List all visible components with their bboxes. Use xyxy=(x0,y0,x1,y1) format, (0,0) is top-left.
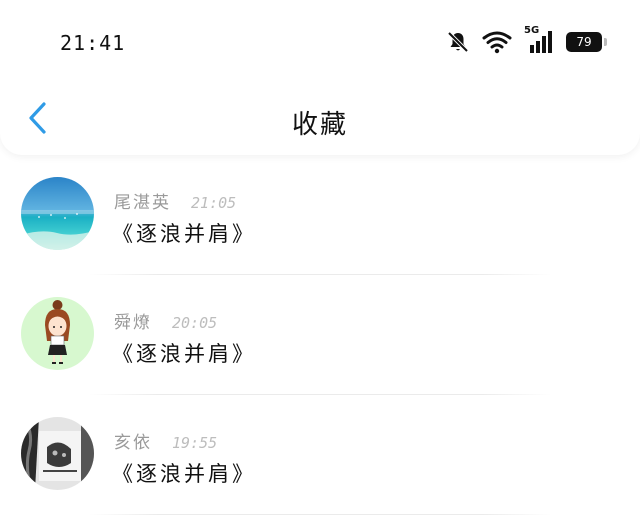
author-name: 尾湛英 xyxy=(114,193,171,213)
wifi-icon xyxy=(482,30,512,54)
item-title[interactable]: 《逐浪并肩》 xyxy=(112,218,256,248)
network-type-label: 5G xyxy=(524,25,540,36)
status-time: 21:41 xyxy=(60,31,126,55)
page-title: 收藏 xyxy=(291,110,348,140)
status-icons: 5G 79 xyxy=(446,25,607,55)
bell-muted-icon xyxy=(446,30,470,54)
list-item[interactable]: 尾湛英 21:05 《逐浪并肩》 xyxy=(0,155,640,275)
top-header-card: 21:41 5G 79 收藏 xyxy=(0,0,640,155)
timestamp: 21:05 xyxy=(191,194,237,212)
cartoon-girl-avatar[interactable] xyxy=(21,297,94,370)
ocean-avatar[interactable] xyxy=(21,177,94,250)
author-name: 亥依 xyxy=(114,433,152,453)
list-item[interactable]: 亥依 19:55 《逐浪并肩》 xyxy=(0,395,640,515)
favorites-list: 尾湛英 21:05 《逐浪并肩》 舜燎 20:05 《逐浪并肩》 亥依 19:5… xyxy=(0,155,640,515)
divider xyxy=(88,514,552,515)
timestamp: 20:05 xyxy=(172,314,218,332)
item-title[interactable]: 《逐浪并肩》 xyxy=(112,338,256,368)
item-meta: 尾湛英 21:05 xyxy=(114,188,236,213)
item-meta: 亥依 19:55 xyxy=(114,428,217,453)
author-name: 舜燎 xyxy=(114,313,152,333)
battery-icon: 79 xyxy=(566,32,607,52)
item-meta: 舜燎 20:05 xyxy=(114,308,217,333)
battery-level: 79 xyxy=(576,35,592,49)
timestamp: 19:55 xyxy=(172,434,218,452)
item-title[interactable]: 《逐浪并肩》 xyxy=(112,458,256,488)
cellular-signal-icon: 5G xyxy=(524,25,554,55)
list-item[interactable]: 舜燎 20:05 《逐浪并肩》 xyxy=(0,275,640,395)
photo-avatar[interactable] xyxy=(21,417,94,490)
